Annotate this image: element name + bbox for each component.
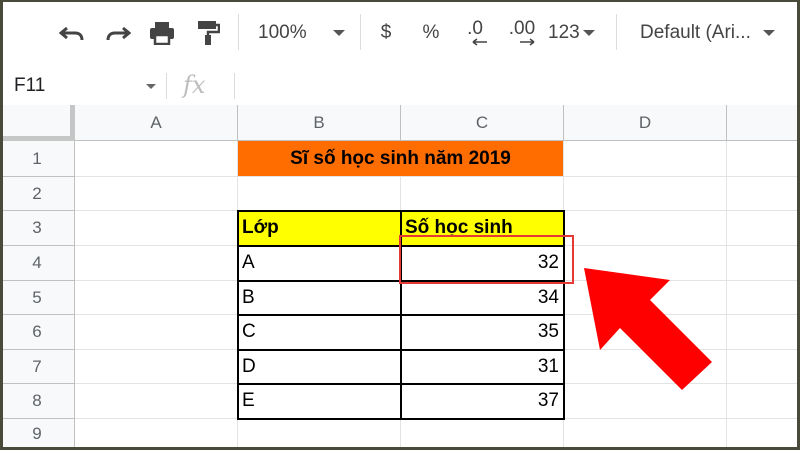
toolbar-separator (238, 14, 239, 50)
number-format-label: 123 (548, 22, 580, 43)
cell-b7[interactable]: D (238, 350, 401, 384)
row-header-5[interactable]: 5 (0, 281, 75, 315)
cell-b8[interactable]: E (238, 384, 401, 419)
chevron-down-icon (762, 30, 775, 36)
cell-a8[interactable] (75, 384, 238, 419)
arrow-left-icon (472, 38, 487, 46)
table-border-horizontal (237, 245, 565, 247)
column-header-d[interactable]: D (564, 105, 727, 141)
cell-d2[interactable] (564, 177, 727, 211)
cell-e2[interactable] (727, 177, 800, 211)
cell-e5[interactable] (727, 281, 800, 315)
cell-e1[interactable] (727, 141, 800, 177)
cell-d9[interactable] (564, 419, 727, 450)
currency-label: $ (380, 22, 392, 43)
column-header-c[interactable]: C (401, 105, 564, 141)
row-header-6[interactable]: 6 (0, 315, 75, 350)
cell-d1[interactable] (564, 141, 727, 177)
paint-format-button[interactable] (192, 16, 224, 50)
cell-c9[interactable] (401, 419, 564, 450)
table-border-horizontal (237, 314, 565, 316)
cell-b4[interactable]: A (238, 246, 401, 281)
cell-e4[interactable] (727, 246, 800, 281)
percent-label: % (422, 22, 440, 43)
column-header-b[interactable]: B (238, 105, 401, 141)
toolbar-separator (360, 14, 361, 50)
cell-c4[interactable]: 32 (401, 246, 564, 281)
decrease-decimal-button[interactable]: .0 (458, 16, 492, 50)
chevron-down-icon (582, 30, 595, 36)
toolbar: 100% $ % .0 .00 123 Default (Ari... (0, 0, 800, 68)
divider (234, 73, 235, 99)
cell-d3[interactable] (564, 211, 727, 246)
row-header-2[interactable]: 2 (0, 177, 75, 211)
cell-e6[interactable] (727, 315, 800, 350)
cell-e8[interactable] (727, 384, 800, 419)
cell-c5[interactable]: 34 (401, 281, 564, 315)
cell-b6[interactable]: C (238, 315, 401, 350)
divider (166, 73, 167, 99)
cell-a6[interactable] (75, 315, 238, 350)
chevron-down-icon[interactable] (146, 84, 156, 89)
cell-a7[interactable] (75, 350, 238, 384)
pointer-arrow-icon (584, 268, 712, 390)
table-border-horizontal (237, 280, 565, 282)
cell-c2[interactable] (401, 177, 564, 211)
table-border-horizontal (237, 349, 565, 351)
formula-bar: F11 fx (0, 67, 800, 106)
increase-decimal-button[interactable]: .00 (502, 16, 542, 50)
fx-icon: fx (183, 71, 206, 99)
decrease-decimal-label: .0 (467, 18, 483, 39)
cell-a4[interactable] (75, 246, 238, 281)
undo-icon (59, 26, 84, 41)
cell-a3[interactable] (75, 211, 238, 246)
select-all-corner[interactable] (0, 105, 75, 141)
row-header-3[interactable]: 3 (0, 211, 75, 246)
row-header-7[interactable]: 7 (0, 350, 75, 384)
print-button[interactable] (146, 16, 178, 50)
redo-icon (106, 26, 131, 41)
cell-b5[interactable]: B (238, 281, 401, 315)
zoom-value: 100% (258, 22, 307, 43)
zoom-select[interactable]: 100% (258, 16, 348, 50)
font-select[interactable]: Default (Ari... (640, 16, 790, 50)
row-header-8[interactable]: 8 (0, 384, 75, 419)
toolbar-separator (616, 14, 617, 50)
chevron-down-icon (332, 30, 345, 36)
undo-button[interactable] (56, 16, 88, 50)
cell-b2[interactable] (238, 177, 401, 211)
cell-a1[interactable] (75, 141, 238, 177)
cell-b9[interactable] (238, 419, 401, 450)
number-format-select[interactable]: 123 (548, 16, 604, 50)
redo-button[interactable] (102, 16, 134, 50)
cell-a2[interactable] (75, 177, 238, 211)
cell-a9[interactable] (75, 419, 238, 450)
cell-e7[interactable] (727, 350, 800, 384)
print-icon (150, 22, 174, 45)
cell-e9[interactable] (727, 419, 800, 450)
title-cell[interactable]: Sĩ số học sinh năm 2019 (238, 141, 564, 177)
cell-c8[interactable]: 37 (401, 384, 564, 419)
increase-decimal-label: .00 (508, 18, 536, 39)
currency-format-button[interactable]: $ (374, 16, 398, 50)
cell-e3[interactable] (727, 211, 800, 246)
row-header-9[interactable]: 9 (0, 419, 75, 450)
row-header-1[interactable]: 1 (0, 141, 75, 177)
table-border-horizontal (237, 383, 565, 385)
header-class-cell[interactable]: Lớp (238, 211, 401, 246)
column-header-e[interactable] (727, 105, 800, 141)
cell-c6[interactable]: 35 (401, 315, 564, 350)
paint-roller-icon (198, 21, 220, 45)
header-count-cell[interactable]: Số học sinh (401, 211, 564, 246)
name-box[interactable]: F11 (14, 75, 45, 97)
percent-format-button[interactable]: % (418, 16, 444, 50)
row-header-4[interactable]: 4 (0, 246, 75, 281)
font-label: Default (Ari... (640, 22, 751, 43)
column-header-a[interactable]: A (75, 105, 238, 141)
cell-a5[interactable] (75, 281, 238, 315)
cell-c7[interactable]: 31 (401, 350, 564, 384)
arrow-right-icon (520, 38, 535, 46)
formula-input[interactable] (240, 71, 795, 101)
